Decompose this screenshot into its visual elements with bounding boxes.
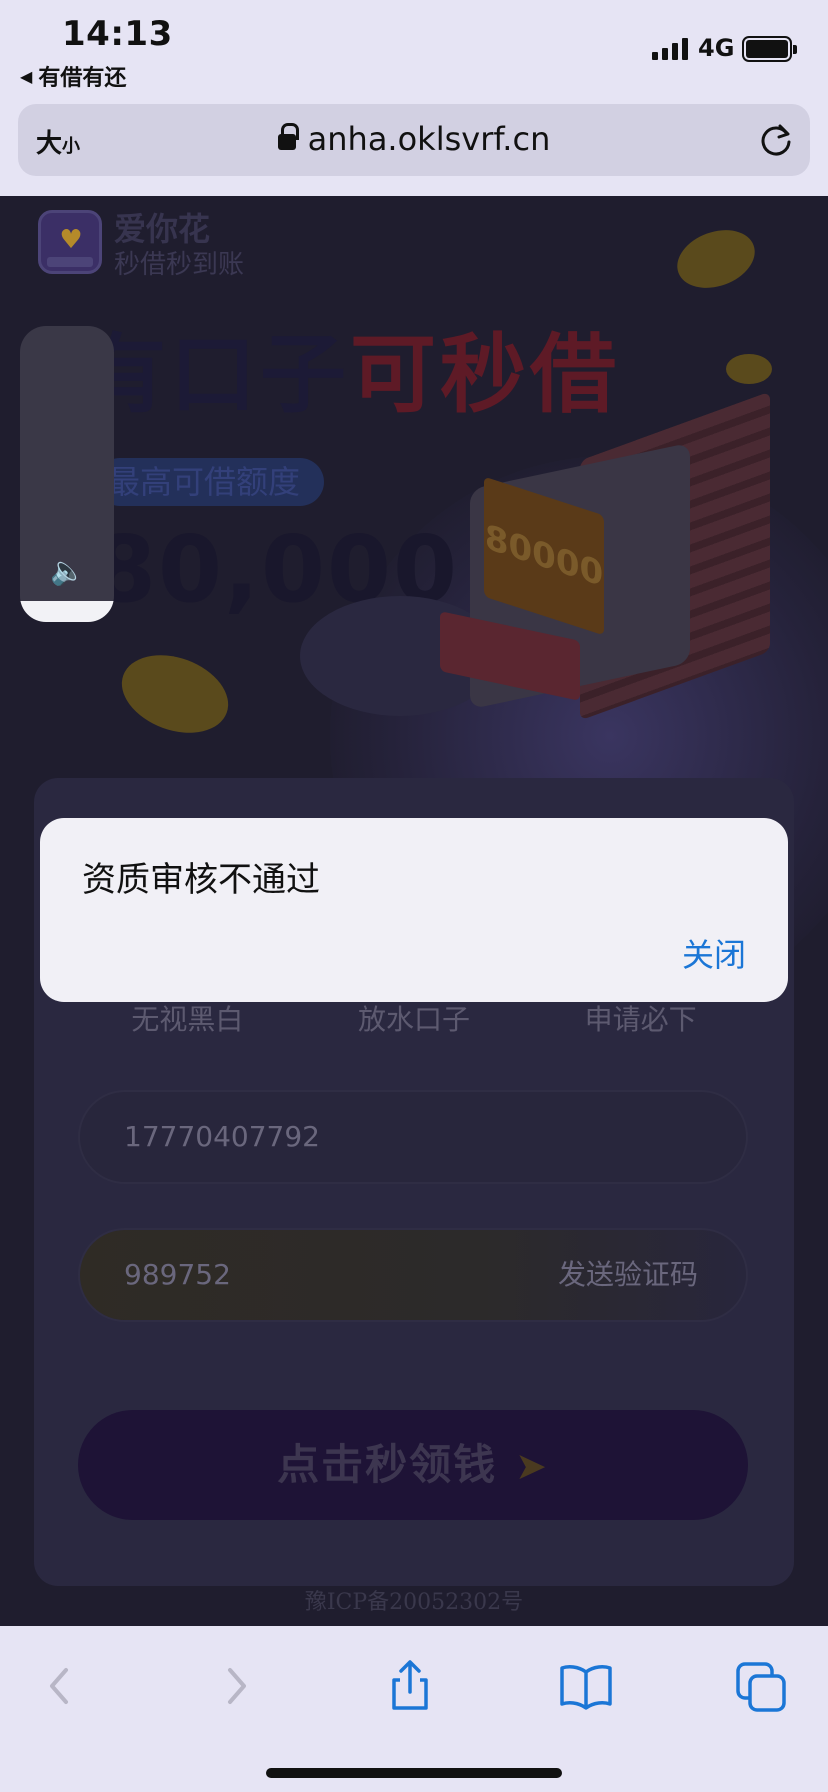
claim-button[interactable]: 点击秒领钱 ➤ [78,1410,748,1520]
coin-decoration [669,219,763,299]
claim-label: 点击秒领钱 [277,1440,498,1489]
clock: 14:13 [62,14,173,54]
quota-label: 最高可借额度 [96,458,325,506]
code-value: 989752 [124,1258,231,1291]
speaker-icon: 🔈 [50,554,85,587]
feature-tag: 无视黑白 [131,1003,244,1036]
feature-tag: 放水口子 [357,1003,470,1036]
home-indicator[interactable] [266,1768,562,1778]
battery-icon [742,36,797,62]
brand-slogan: 秒借秒到账 [114,250,245,280]
browser-address-area: 大小 anha.oklsvrf.cn [0,98,828,196]
alert-dialog: 资质审核不通过 关闭 [40,818,788,1002]
volume-hud: 🔈 [20,326,114,622]
url-display[interactable]: anha.oklsvrf.cn [18,120,810,158]
back-icon[interactable] [30,1656,90,1716]
cellular-signal-icon [652,36,688,60]
status-bar: 14:13 ◀ 有借有还 4G [0,0,828,98]
feature-tag: 申请必下 [584,1003,697,1036]
back-triangle-icon: ◀ [20,66,33,86]
network-type: 4G [698,34,735,62]
alert-close-button[interactable]: 关闭 [682,930,746,976]
cash-machine-illustration: 80000 [440,391,800,756]
reload-icon[interactable] [756,120,796,160]
phone-input[interactable]: 17770407792 [78,1090,748,1184]
verification-code-input[interactable]: 989752 发送验证码 [78,1228,748,1322]
browser-toolbar [0,1626,828,1792]
volume-level [20,601,114,622]
bookmarks-icon[interactable] [556,1656,616,1716]
address-bar[interactable]: 大小 anha.oklsvrf.cn [18,104,810,176]
tabs-icon[interactable] [732,1656,792,1716]
back-to-app-link[interactable]: ◀ 有借有还 [20,60,126,92]
url-text: anha.oklsvrf.cn [307,120,551,158]
coin-decoration [111,641,239,747]
lock-icon [277,123,299,150]
send-code-button[interactable]: 发送验证码 [510,1230,746,1320]
arrow-right-icon: ➤ [515,1444,549,1488]
share-icon[interactable] [380,1656,440,1716]
brand-logo: ♥ [38,210,102,274]
icp-footer: 豫ICP备20052302号 [304,1590,524,1615]
headline-part1: 有口子 [80,325,350,425]
headline-part2: 可秒借 [350,325,620,425]
forward-icon[interactable] [206,1656,266,1716]
feature-tags: 无视黑白 放水口子 申请必下 [34,998,794,1038]
headline: 有口子可秒借 [80,304,620,429]
coin-decoration [726,354,772,384]
alert-message: 资质审核不通过 [82,860,320,900]
back-app-label: 有借有还 [38,66,127,91]
